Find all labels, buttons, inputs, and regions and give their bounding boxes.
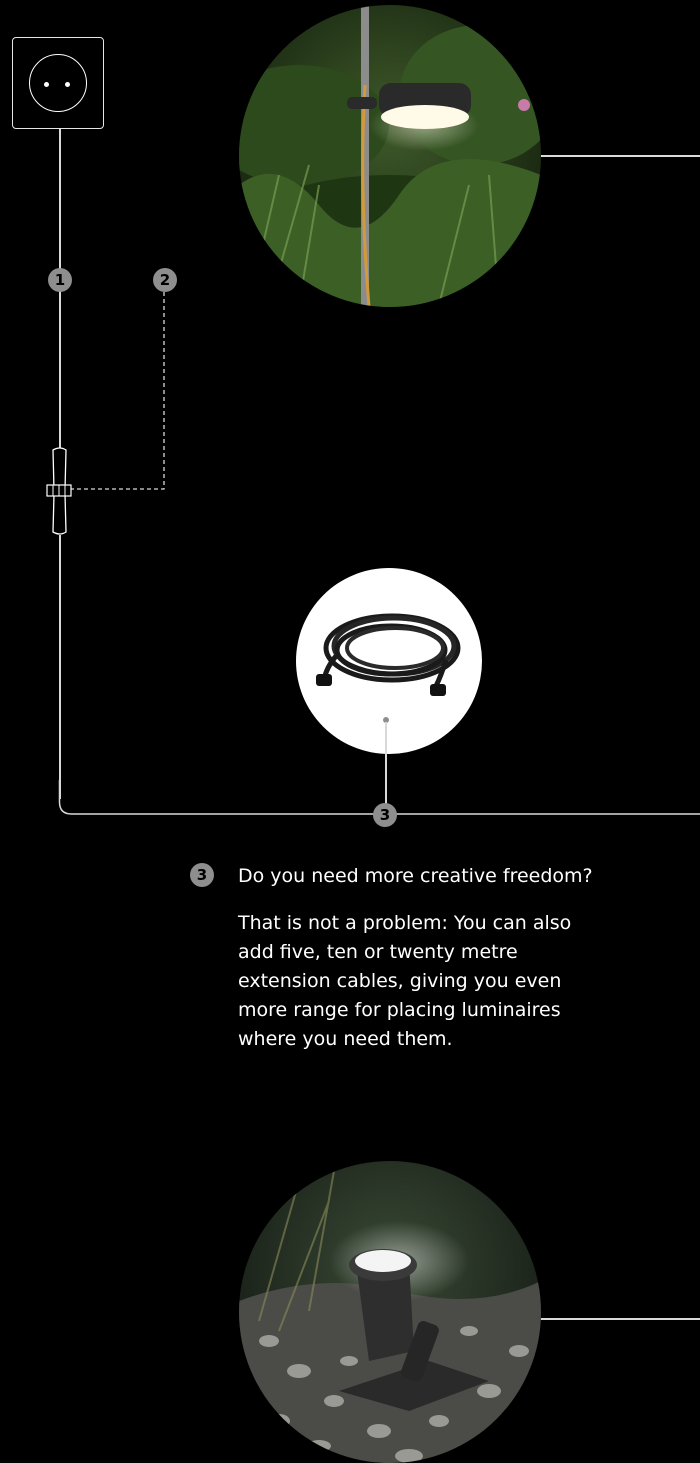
cable-line xyxy=(59,535,61,799)
cable-pointer-line xyxy=(385,722,387,804)
info-heading: Do you need more creative freedom? xyxy=(238,865,593,887)
garden-spot-light-image xyxy=(239,1161,541,1463)
extension-cable-image xyxy=(296,568,482,754)
step-badge-3[interactable]: 3 xyxy=(373,803,397,827)
dashed-cable xyxy=(64,292,165,490)
connector-plug-icon xyxy=(46,447,72,535)
step-badge-1[interactable]: 1 xyxy=(48,268,72,292)
connector-line-bottom xyxy=(540,1318,700,1320)
power-socket-icon xyxy=(12,37,104,129)
step-badge-2[interactable]: 2 xyxy=(153,268,177,292)
info-body: That is not a problem: You can also add … xyxy=(238,912,572,1050)
connector-line-top xyxy=(540,155,700,157)
garden-pole-light-image xyxy=(239,5,541,307)
info-badge: 3 xyxy=(190,863,214,887)
